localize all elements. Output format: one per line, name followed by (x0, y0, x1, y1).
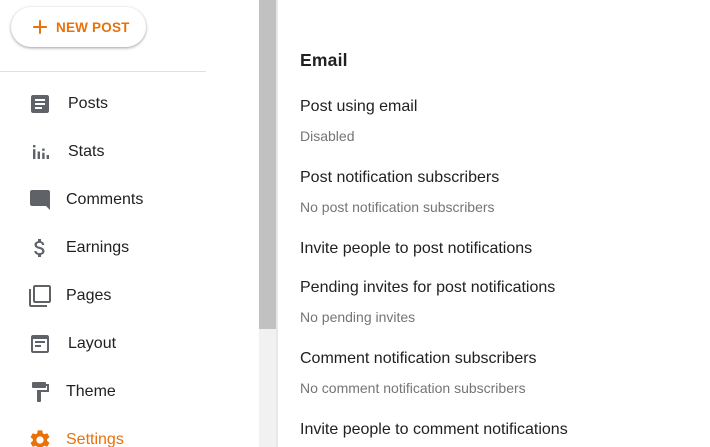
setting-pending-invites-post-notifications[interactable]: Pending invites for post notifications N… (300, 279, 700, 325)
setting-invite-comment-notifications[interactable]: Invite people to comment notifications (300, 421, 700, 439)
setting-subtitle: No pending invites (300, 309, 416, 325)
sidebar-item-label: Layout (68, 335, 117, 352)
sidebar-item-label: Posts (68, 95, 109, 112)
sidebar-item-stats[interactable]: Stats (0, 128, 259, 176)
setting-title: Invite people to post notifications (300, 240, 533, 257)
paint-roller-icon (28, 380, 52, 404)
sidebar: NEW POST Posts Stats Comments Earnings P… (0, 0, 259, 447)
setting-title: Post using email (300, 98, 418, 115)
sidebar-item-label: Settings (66, 431, 124, 447)
posts-icon (28, 92, 52, 116)
new-post-label: NEW POST (56, 20, 130, 35)
sidebar-item-label: Pages (66, 287, 112, 304)
section-title-email: Email (300, 50, 348, 70)
sidebar-item-comments[interactable]: Comments (0, 176, 259, 224)
settings-panel: Email Post using email Disabled Post not… (278, 0, 710, 447)
sidebar-divider (0, 71, 206, 72)
setting-title: Invite people to comment notifications (300, 421, 568, 438)
sidebar-item-label: Earnings (66, 239, 130, 256)
sidebar-item-label: Theme (66, 383, 116, 400)
sidebar-item-earnings[interactable]: Earnings (0, 224, 259, 272)
sidebar-item-layout[interactable]: Layout (0, 320, 259, 368)
plus-icon (32, 19, 48, 35)
sidebar-item-theme[interactable]: Theme (0, 368, 259, 416)
sidebar-item-posts[interactable]: Posts (0, 80, 259, 128)
sidebar-item-label: Comments (66, 191, 144, 208)
new-post-button[interactable]: NEW POST (11, 7, 146, 47)
setting-comment-notification-subscribers[interactable]: Comment notification subscribers No comm… (300, 350, 700, 396)
setting-title: Comment notification subscribers (300, 350, 537, 367)
setting-invite-post-notifications[interactable]: Invite people to post notifications (300, 240, 700, 258)
comments-icon (28, 188, 52, 212)
stats-icon (28, 140, 52, 164)
sidebar-item-label: Stats (68, 143, 105, 160)
gear-icon (28, 428, 52, 447)
pages-icon (28, 284, 52, 308)
setting-subtitle: Disabled (300, 128, 355, 144)
sidebar-item-settings[interactable]: Settings (0, 416, 259, 447)
setting-title: Pending invites for post notifications (300, 279, 556, 296)
setting-subtitle: No comment notification subscribers (300, 380, 526, 396)
sidebar-scrollbar-thumb[interactable] (259, 0, 276, 329)
setting-post-using-email[interactable]: Post using email Disabled (300, 98, 700, 144)
sidebar-item-pages[interactable]: Pages (0, 272, 259, 320)
setting-post-notification-subscribers[interactable]: Post notification subscribers No post no… (300, 169, 700, 215)
layout-icon (28, 332, 52, 356)
setting-subtitle: No post notification subscribers (300, 199, 495, 215)
setting-title: Post notification subscribers (300, 169, 500, 186)
dollar-icon (28, 236, 52, 260)
